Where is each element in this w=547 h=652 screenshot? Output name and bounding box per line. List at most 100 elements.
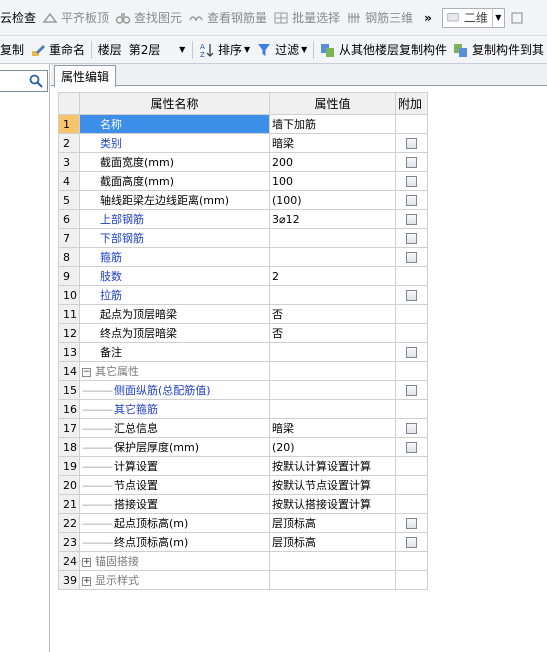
find-element-button[interactable]: 查找图元 [112, 7, 185, 29]
column-header-name[interactable]: 属性名称 [79, 92, 270, 115]
extra-checkbox[interactable] [406, 195, 417, 206]
property-value-cell[interactable]: (100) [269, 190, 396, 210]
property-name-cell[interactable]: 肢数 [79, 266, 270, 286]
property-row[interactable]: 9 肢数 2 [58, 266, 428, 286]
copy-button[interactable]: 复制 [0, 39, 27, 61]
copy-from-floor-button[interactable]: 从其他楼层复制构件 [317, 39, 450, 61]
extra-checkbox[interactable] [406, 537, 417, 548]
property-row[interactable]: 10 拉筋 [58, 285, 428, 305]
extra-checkbox[interactable] [406, 518, 417, 529]
property-value-cell[interactable] [269, 285, 396, 305]
overflow-button[interactable]: » [416, 7, 440, 29]
extra-checkbox[interactable] [406, 347, 417, 358]
property-row[interactable]: 16 ——— 其它箍筋 [58, 399, 428, 419]
cloud-check-button[interactable]: 云检查 [0, 7, 39, 29]
property-row[interactable]: 7 下部钢筋 [58, 228, 428, 248]
copy-to-floor-button[interactable]: 复制构件到其 [450, 39, 547, 61]
property-name-cell[interactable]: ——— 计算设置 [79, 456, 270, 476]
property-name-cell[interactable]: ——— 起点顶标高(m) [79, 513, 270, 533]
property-row[interactable]: 13 备注 [58, 342, 428, 362]
property-row[interactable]: 5 轴线距梁左边线距离(mm) (100) [58, 190, 428, 210]
floor-select[interactable]: 第2层 ▼ [125, 40, 190, 60]
property-value-cell[interactable]: (20) [269, 437, 396, 457]
property-name-cell[interactable]: ——— 终点顶标高(m) [79, 532, 270, 552]
batch-select-button[interactable]: 批量选择 [270, 7, 343, 29]
column-header-value[interactable]: 属性值 [269, 92, 396, 115]
property-name-cell[interactable]: ——— 节点设置 [79, 475, 270, 495]
property-row[interactable]: 11 起点为顶层暗梁 否 [58, 304, 428, 324]
property-name-cell[interactable]: ——— 侧面纵筋(总配筋值) [79, 380, 270, 400]
sort-button[interactable]: AZ 排序 ▼ [196, 39, 253, 61]
property-name-cell[interactable]: ——— 搭接设置 [79, 494, 270, 514]
property-value-cell[interactable]: 2 [269, 266, 396, 286]
property-value-cell[interactable] [269, 551, 396, 571]
filter-button[interactable]: 过滤 ▼ [253, 39, 310, 61]
property-value-cell[interactable]: 按默认计算设置计算 [269, 456, 396, 476]
property-row[interactable]: 14− 其它属性 [58, 361, 428, 381]
extra-checkbox[interactable] [406, 252, 417, 263]
view-rebar-button[interactable]: 查看钢筋量 [185, 7, 270, 29]
property-row[interactable]: 4 截面高度(mm) 100 [58, 171, 428, 191]
expand-icon[interactable]: + [82, 557, 91, 567]
property-row[interactable]: 23 ——— 终点顶标高(m) 层顶标高 [58, 532, 428, 552]
property-row[interactable]: 17 ——— 汇总信息 暗梁 [58, 418, 428, 438]
property-value-cell[interactable]: 暗梁 [269, 133, 396, 153]
rename-button[interactable]: 重命名 [27, 39, 88, 61]
property-value-cell[interactable] [269, 247, 396, 267]
view-cube-icon[interactable] [509, 10, 525, 26]
property-name-cell[interactable]: ——— 其它箍筋 [79, 399, 270, 419]
property-name-cell[interactable]: 备注 [79, 342, 270, 362]
property-value-cell[interactable]: 层顶标高 [269, 532, 396, 552]
rebar-3d-button[interactable]: 钢筋三维 [343, 7, 416, 29]
property-row[interactable]: 18 ——— 保护层厚度(mm) (20) [58, 437, 428, 457]
property-name-cell[interactable]: + 显示样式 [79, 570, 270, 590]
extra-checkbox[interactable] [406, 385, 417, 396]
search-input[interactable] [0, 70, 48, 92]
property-name-cell[interactable]: + 锚固搭接 [79, 551, 270, 571]
property-value-cell[interactable] [269, 361, 396, 381]
property-name-cell[interactable]: 名称 [79, 114, 270, 134]
property-name-cell[interactable]: 类别 [79, 133, 270, 153]
view-mode-select[interactable]: 二维 ▼ [441, 7, 505, 28]
search-icon[interactable] [28, 73, 44, 89]
property-value-cell[interactable]: 否 [269, 323, 396, 343]
property-name-cell[interactable]: ——— 保护层厚度(mm) [79, 437, 270, 457]
extra-checkbox[interactable] [406, 138, 417, 149]
property-value-cell[interactable] [269, 342, 396, 362]
property-value-cell[interactable]: 200 [269, 152, 396, 172]
column-header-extra[interactable]: 附加 [395, 92, 428, 115]
property-row[interactable]: 24 + 锚固搭接 [58, 551, 428, 571]
property-value-cell[interactable]: 否 [269, 304, 396, 324]
extra-checkbox[interactable] [406, 176, 417, 187]
extra-checkbox[interactable] [406, 157, 417, 168]
collapse-icon[interactable]: − [82, 367, 91, 377]
property-row[interactable]: 21 ——— 搭接设置 按默认搭接设置计算 [58, 494, 428, 514]
extra-checkbox[interactable] [406, 214, 417, 225]
property-name-cell[interactable]: 起点为顶层暗梁 [79, 304, 270, 324]
property-row[interactable]: 39 + 显示样式 [58, 570, 428, 590]
expand-icon[interactable]: + [82, 576, 91, 586]
property-value-cell[interactable]: 按默认节点设置计算 [269, 475, 396, 495]
property-name-cell[interactable]: 下部钢筋 [79, 228, 270, 248]
property-row[interactable]: 19 ——— 计算设置 按默认计算设置计算 [58, 456, 428, 476]
property-value-cell[interactable]: 3⌀12 [269, 209, 396, 229]
property-value-cell[interactable]: 层顶标高 [269, 513, 396, 533]
property-row[interactable]: 22 ——— 起点顶标高(m) 层顶标高 [58, 513, 428, 533]
property-name-cell[interactable]: − 其它属性 [79, 361, 270, 381]
property-name-cell[interactable]: 终点为顶层暗梁 [79, 323, 270, 343]
property-row[interactable]: 2 类别 暗梁 [58, 133, 428, 153]
extra-checkbox[interactable] [406, 442, 417, 453]
align-slab-button[interactable]: 平齐板顶 [39, 7, 112, 29]
property-row[interactable]: 8 箍筋 [58, 247, 428, 267]
extra-checkbox[interactable] [406, 423, 417, 434]
property-name-cell[interactable]: 上部钢筋 [79, 209, 270, 229]
property-name-cell[interactable]: ——— 汇总信息 [79, 418, 270, 438]
property-value-cell[interactable]: 100 [269, 171, 396, 191]
property-row[interactable]: 1 名称 墙下加筋 [58, 114, 428, 134]
property-name-cell[interactable]: 拉筋 [79, 285, 270, 305]
property-row[interactable]: 3 截面宽度(mm) 200 [58, 152, 428, 172]
property-row[interactable]: 20 ——— 节点设置 按默认节点设置计算 [58, 475, 428, 495]
property-row[interactable]: 15 ——— 侧面纵筋(总配筋值) [58, 380, 428, 400]
property-name-cell[interactable]: 截面高度(mm) [79, 171, 270, 191]
property-value-cell[interactable] [269, 399, 396, 419]
